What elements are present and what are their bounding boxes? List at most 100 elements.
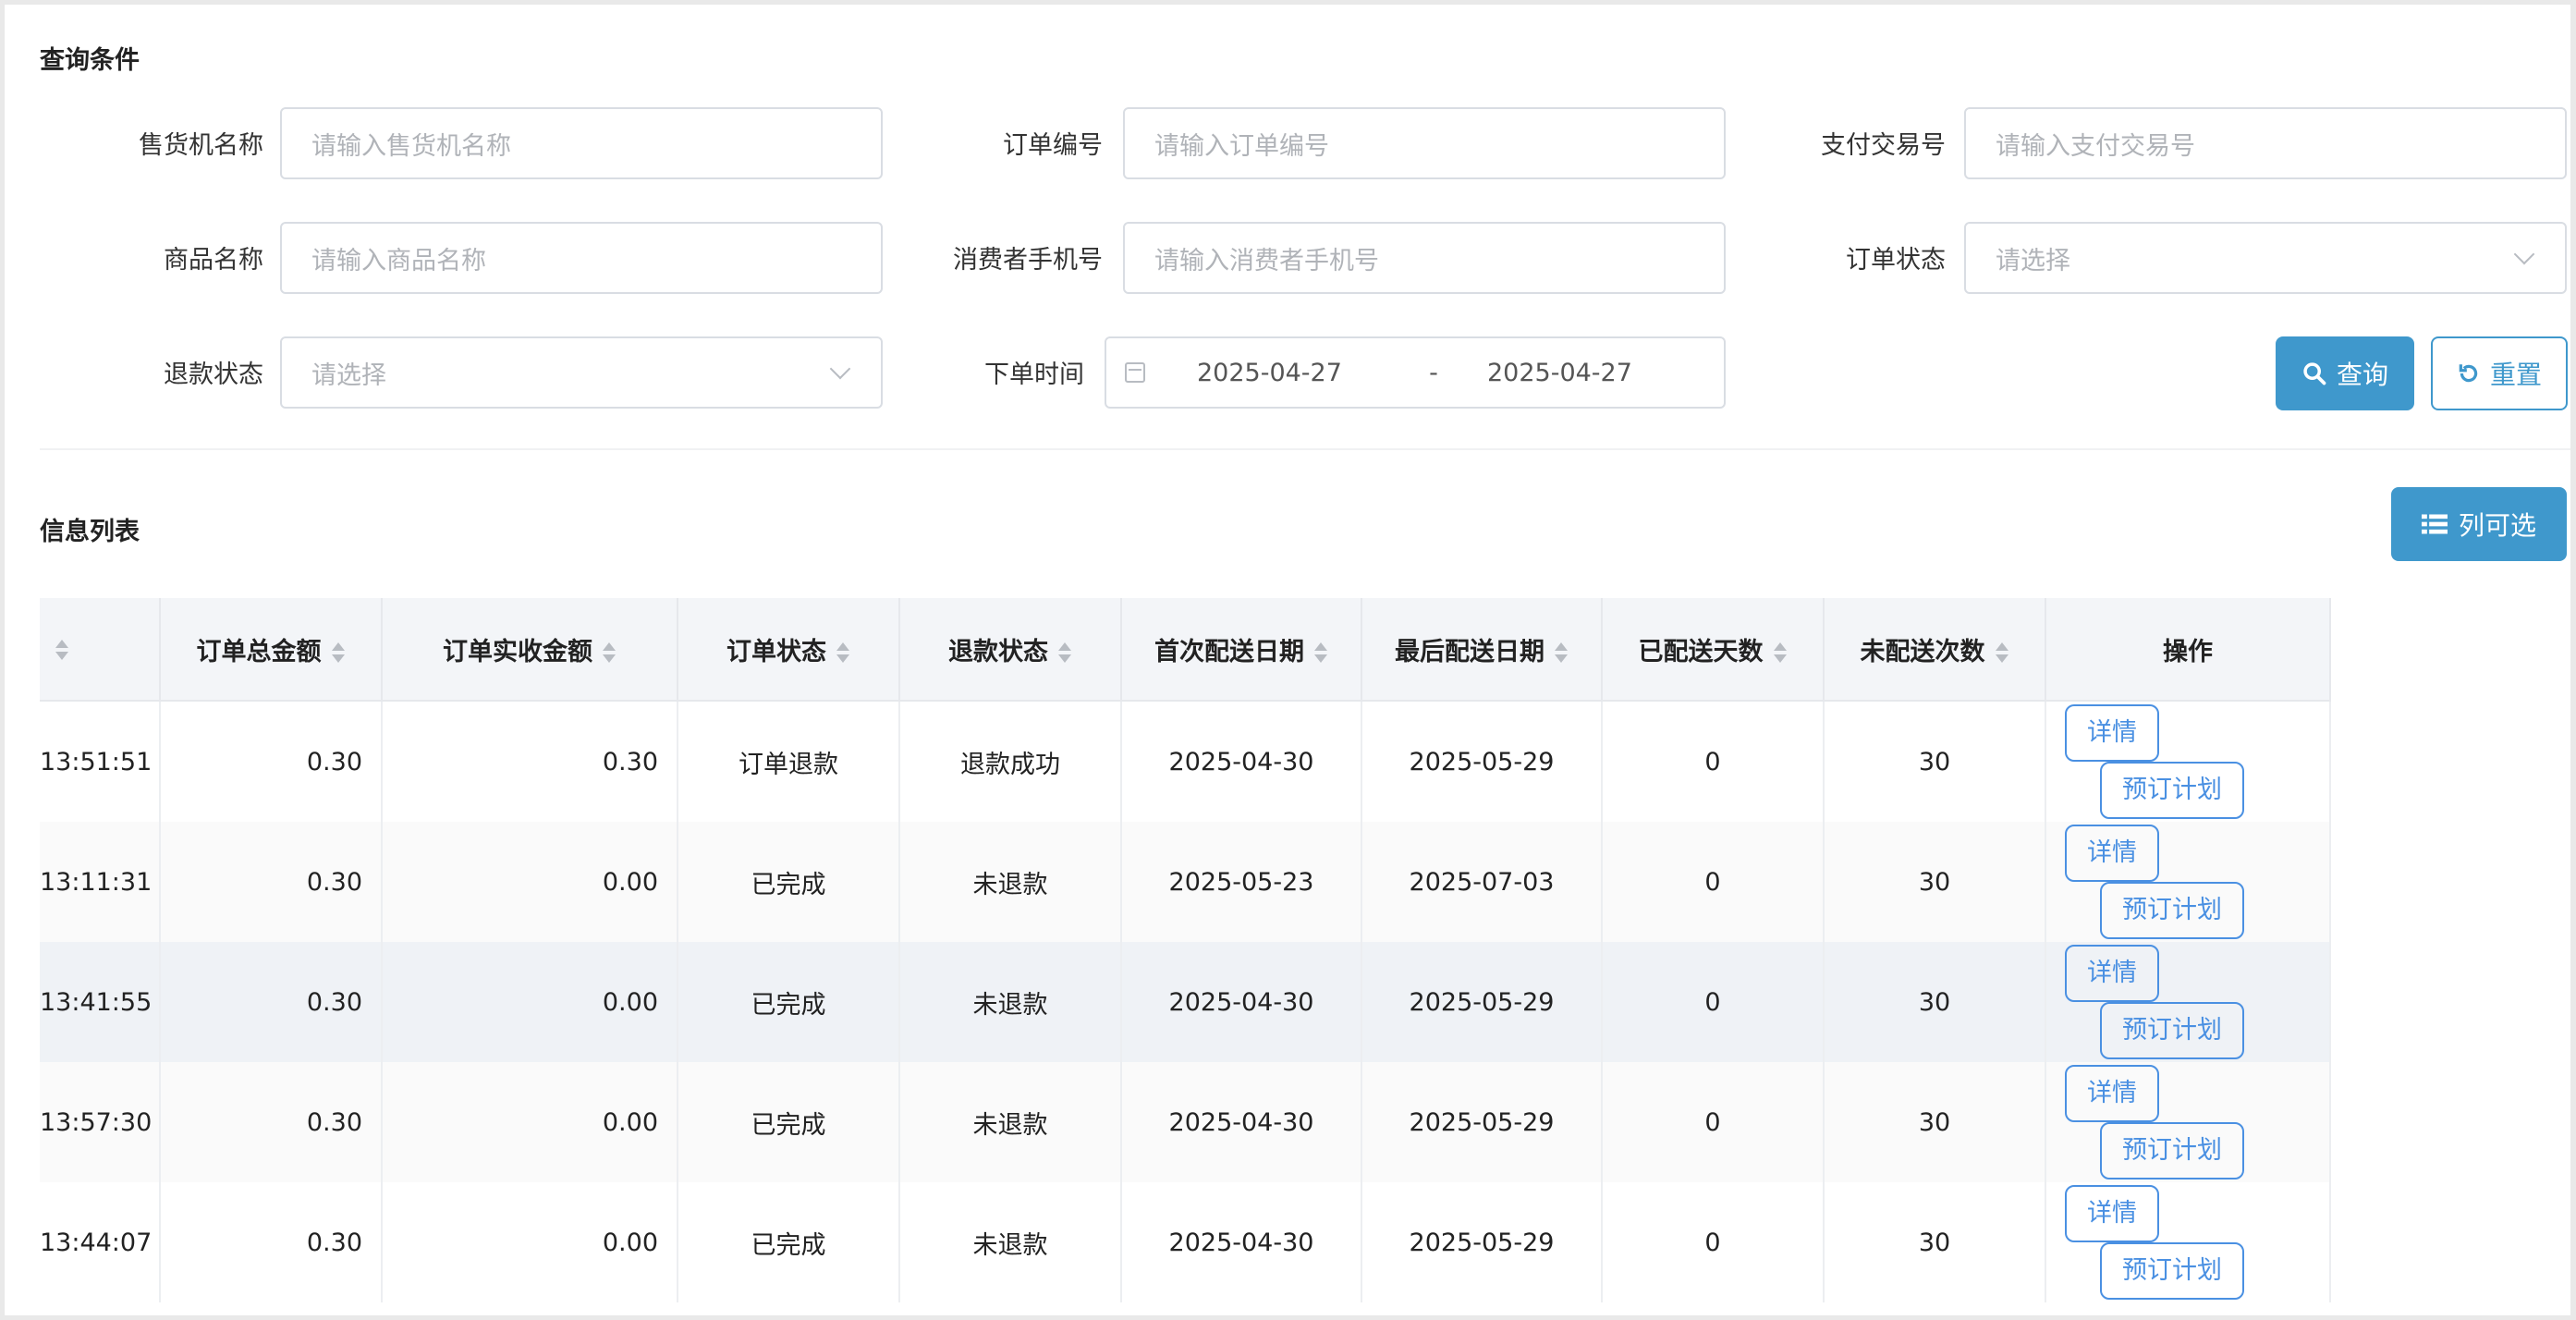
plan-button[interactable]: 预订计划: [2100, 1242, 2244, 1300]
col-header-label: 退款状态: [948, 637, 1048, 666]
cell-actions: 详情 预订计划: [2045, 1062, 2331, 1182]
pay-trade-no-placeholder: 请输入支付交易号: [1996, 131, 2195, 161]
cell-time: 13:11:31: [40, 822, 161, 942]
cell-undelivered: 30: [1824, 1062, 2046, 1182]
sort-icon[interactable]: [1554, 641, 1569, 665]
cell-delivered-days: 0: [1602, 942, 1825, 1062]
cell-first-date: 2025-04-30: [1121, 1182, 1362, 1302]
sort-icon[interactable]: [602, 641, 617, 665]
col-header-refund-status[interactable]: 退款状态: [899, 598, 1122, 702]
cell-refund-status: 未退款: [899, 942, 1122, 1062]
cell-time: 13:51:51: [40, 701, 161, 822]
col-header-label: 首次配送日期: [1154, 637, 1304, 666]
order-time-end[interactable]: 2025-04-27: [1487, 359, 1691, 387]
col-header-actions: 操作: [2045, 598, 2331, 702]
column-select-button[interactable]: 列可选: [2391, 487, 2567, 561]
plan-button[interactable]: 预订计划: [2100, 1002, 2244, 1059]
detail-button[interactable]: 详情: [2065, 825, 2159, 882]
cell-actions: 详情 预订计划: [2045, 1182, 2331, 1302]
product-name-label: 商品名称: [164, 246, 263, 275]
order-time-label: 下单时间: [984, 361, 1084, 389]
cell-last-date: 2025-05-29: [1361, 942, 1603, 1062]
cell-order-status: 已完成: [678, 822, 900, 942]
reset-button[interactable]: 重置: [2431, 336, 2568, 410]
sort-icon[interactable]: [1057, 641, 1072, 665]
search-button[interactable]: 查询: [2276, 336, 2414, 410]
refund-status-select[interactable]: 请选择: [280, 336, 883, 409]
cell-last-date: 2025-07-03: [1361, 822, 1603, 942]
sort-icon[interactable]: [55, 638, 69, 662]
consumer-phone-input[interactable]: 请输入消费者手机号: [1123, 222, 1726, 294]
order-time-separator: -: [1429, 358, 1438, 387]
sort-icon[interactable]: [836, 641, 850, 665]
cell-order-status: 已完成: [678, 1062, 900, 1182]
cell-total: 0.30: [160, 701, 383, 822]
order-table: 订单总金额 订单实收金额 订单状态 退款状态 首次配送日期 最后配送日期 已配送…: [40, 598, 2331, 1302]
cell-total: 0.30: [160, 1062, 383, 1182]
col-header-delivered-days[interactable]: 已配送天数: [1602, 598, 1825, 702]
search-icon: [2303, 362, 2326, 385]
detail-button[interactable]: 详情: [2065, 704, 2159, 762]
col-header-label: 已配送天数: [1638, 637, 1764, 666]
product-name-input[interactable]: 请输入商品名称: [280, 222, 883, 294]
detail-button[interactable]: 详情: [2065, 945, 2159, 1002]
chevron-down-icon: [829, 358, 851, 380]
cell-time: 13:57:30: [40, 1062, 161, 1182]
pay-trade-no-label: 支付交易号: [1821, 131, 1946, 160]
cell-total: 0.30: [160, 822, 383, 942]
order-time-range-picker[interactable]: 2025-04-27 - 2025-04-27: [1105, 336, 1726, 409]
order-status-label: 订单状态: [1846, 246, 1946, 275]
table-row: 13:51:51 0.30 0.30 订单退款 退款成功 2025-04-30 …: [40, 701, 2331, 822]
plan-button[interactable]: 预订计划: [2100, 1122, 2244, 1179]
order-no-input[interactable]: 请输入订单编号: [1123, 107, 1726, 179]
col-header-last-date[interactable]: 最后配送日期: [1361, 598, 1603, 702]
product-name-placeholder: 请输入商品名称: [311, 246, 486, 275]
machine-name-input[interactable]: 请输入售货机名称: [280, 107, 883, 179]
cell-paid: 0.00: [382, 1062, 678, 1182]
machine-name-label: 售货机名称: [139, 131, 263, 160]
order-no-label: 订单编号: [1003, 131, 1103, 160]
cell-total: 0.30: [160, 942, 383, 1062]
list-icon: [2421, 514, 2448, 534]
cell-refund-status: 未退款: [899, 1062, 1122, 1182]
cell-first-date: 2025-04-30: [1121, 942, 1362, 1062]
col-header-time[interactable]: [40, 598, 161, 702]
detail-button[interactable]: 详情: [2065, 1185, 2159, 1242]
col-header-label: 订单状态: [726, 637, 826, 666]
sort-icon[interactable]: [1995, 641, 2009, 665]
col-header-first-date[interactable]: 首次配送日期: [1121, 598, 1362, 702]
machine-name-placeholder: 请输入售货机名称: [311, 131, 511, 161]
sort-icon[interactable]: [1773, 641, 1788, 665]
col-header-paid[interactable]: 订单实收金额: [382, 598, 678, 702]
cell-paid: 0.00: [382, 1182, 678, 1302]
table-row: 13:41:55 0.30 0.00 已完成 未退款 2025-04-30 20…: [40, 942, 2331, 1062]
cell-first-date: 2025-04-30: [1121, 1062, 1362, 1182]
plan-button[interactable]: 预订计划: [2100, 762, 2244, 819]
cell-refund-status: 未退款: [899, 822, 1122, 942]
detail-button[interactable]: 详情: [2065, 1065, 2159, 1122]
pay-trade-no-input[interactable]: 请输入支付交易号: [1964, 107, 2567, 179]
cell-delivered-days: 0: [1602, 701, 1825, 822]
sort-icon[interactable]: [1313, 641, 1328, 665]
consumer-phone-placeholder: 请输入消费者手机号: [1154, 246, 1379, 275]
cell-time: 13:41:55: [40, 942, 161, 1062]
col-header-undelivered[interactable]: 未配送次数: [1824, 598, 2046, 702]
col-header-total[interactable]: 订单总金额: [160, 598, 383, 702]
sort-icon[interactable]: [331, 641, 346, 665]
col-header-order-status[interactable]: 订单状态: [678, 598, 900, 702]
cell-total: 0.30: [160, 1182, 383, 1302]
cell-undelivered: 30: [1824, 1182, 2046, 1302]
cell-last-date: 2025-05-29: [1361, 701, 1603, 822]
cell-last-date: 2025-05-29: [1361, 1182, 1603, 1302]
cell-paid: 0.00: [382, 942, 678, 1062]
plan-button[interactable]: 预订计划: [2100, 882, 2244, 939]
table-row: 13:44:07 0.30 0.00 已完成 未退款 2025-04-30 20…: [40, 1182, 2331, 1302]
refund-status-placeholder: 请选择: [311, 361, 386, 390]
cell-first-date: 2025-05-23: [1121, 822, 1362, 942]
cell-order-status: 已完成: [678, 942, 900, 1062]
order-time-start[interactable]: 2025-04-27: [1197, 359, 1400, 387]
cell-undelivered: 30: [1824, 822, 2046, 942]
chevron-down-icon: [2513, 243, 2535, 265]
query-section-title: 查询条件: [40, 46, 140, 75]
order-status-select[interactable]: 请选择: [1964, 222, 2567, 294]
